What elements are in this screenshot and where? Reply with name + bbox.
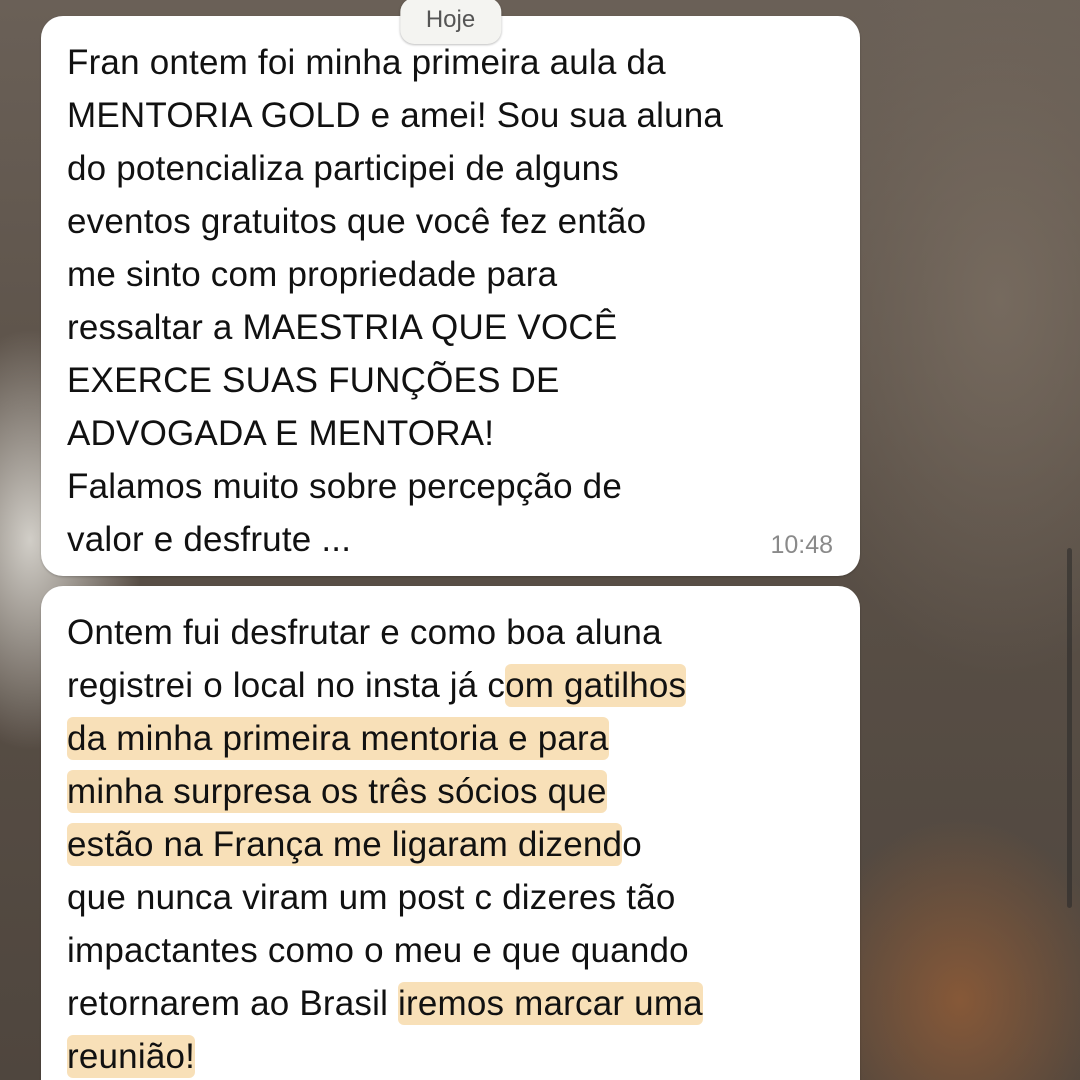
message-text: Ontem fui desfrutar e como boa aluna reg…	[67, 606, 834, 1080]
message-text: Fran ontem foi minha primeira aula da ME…	[67, 43, 724, 559]
date-separator: Hoje	[399, 0, 502, 44]
scroll-indicator[interactable]	[1067, 548, 1072, 908]
message-timestamp: 10:48	[770, 531, 833, 559]
message-bubble[interactable]: Hoje Fran ontem foi minha primeira aula …	[41, 0, 860, 576]
message-bubble[interactable]: Ontem fui desfrutar e como boa aluna reg…	[41, 586, 860, 1080]
